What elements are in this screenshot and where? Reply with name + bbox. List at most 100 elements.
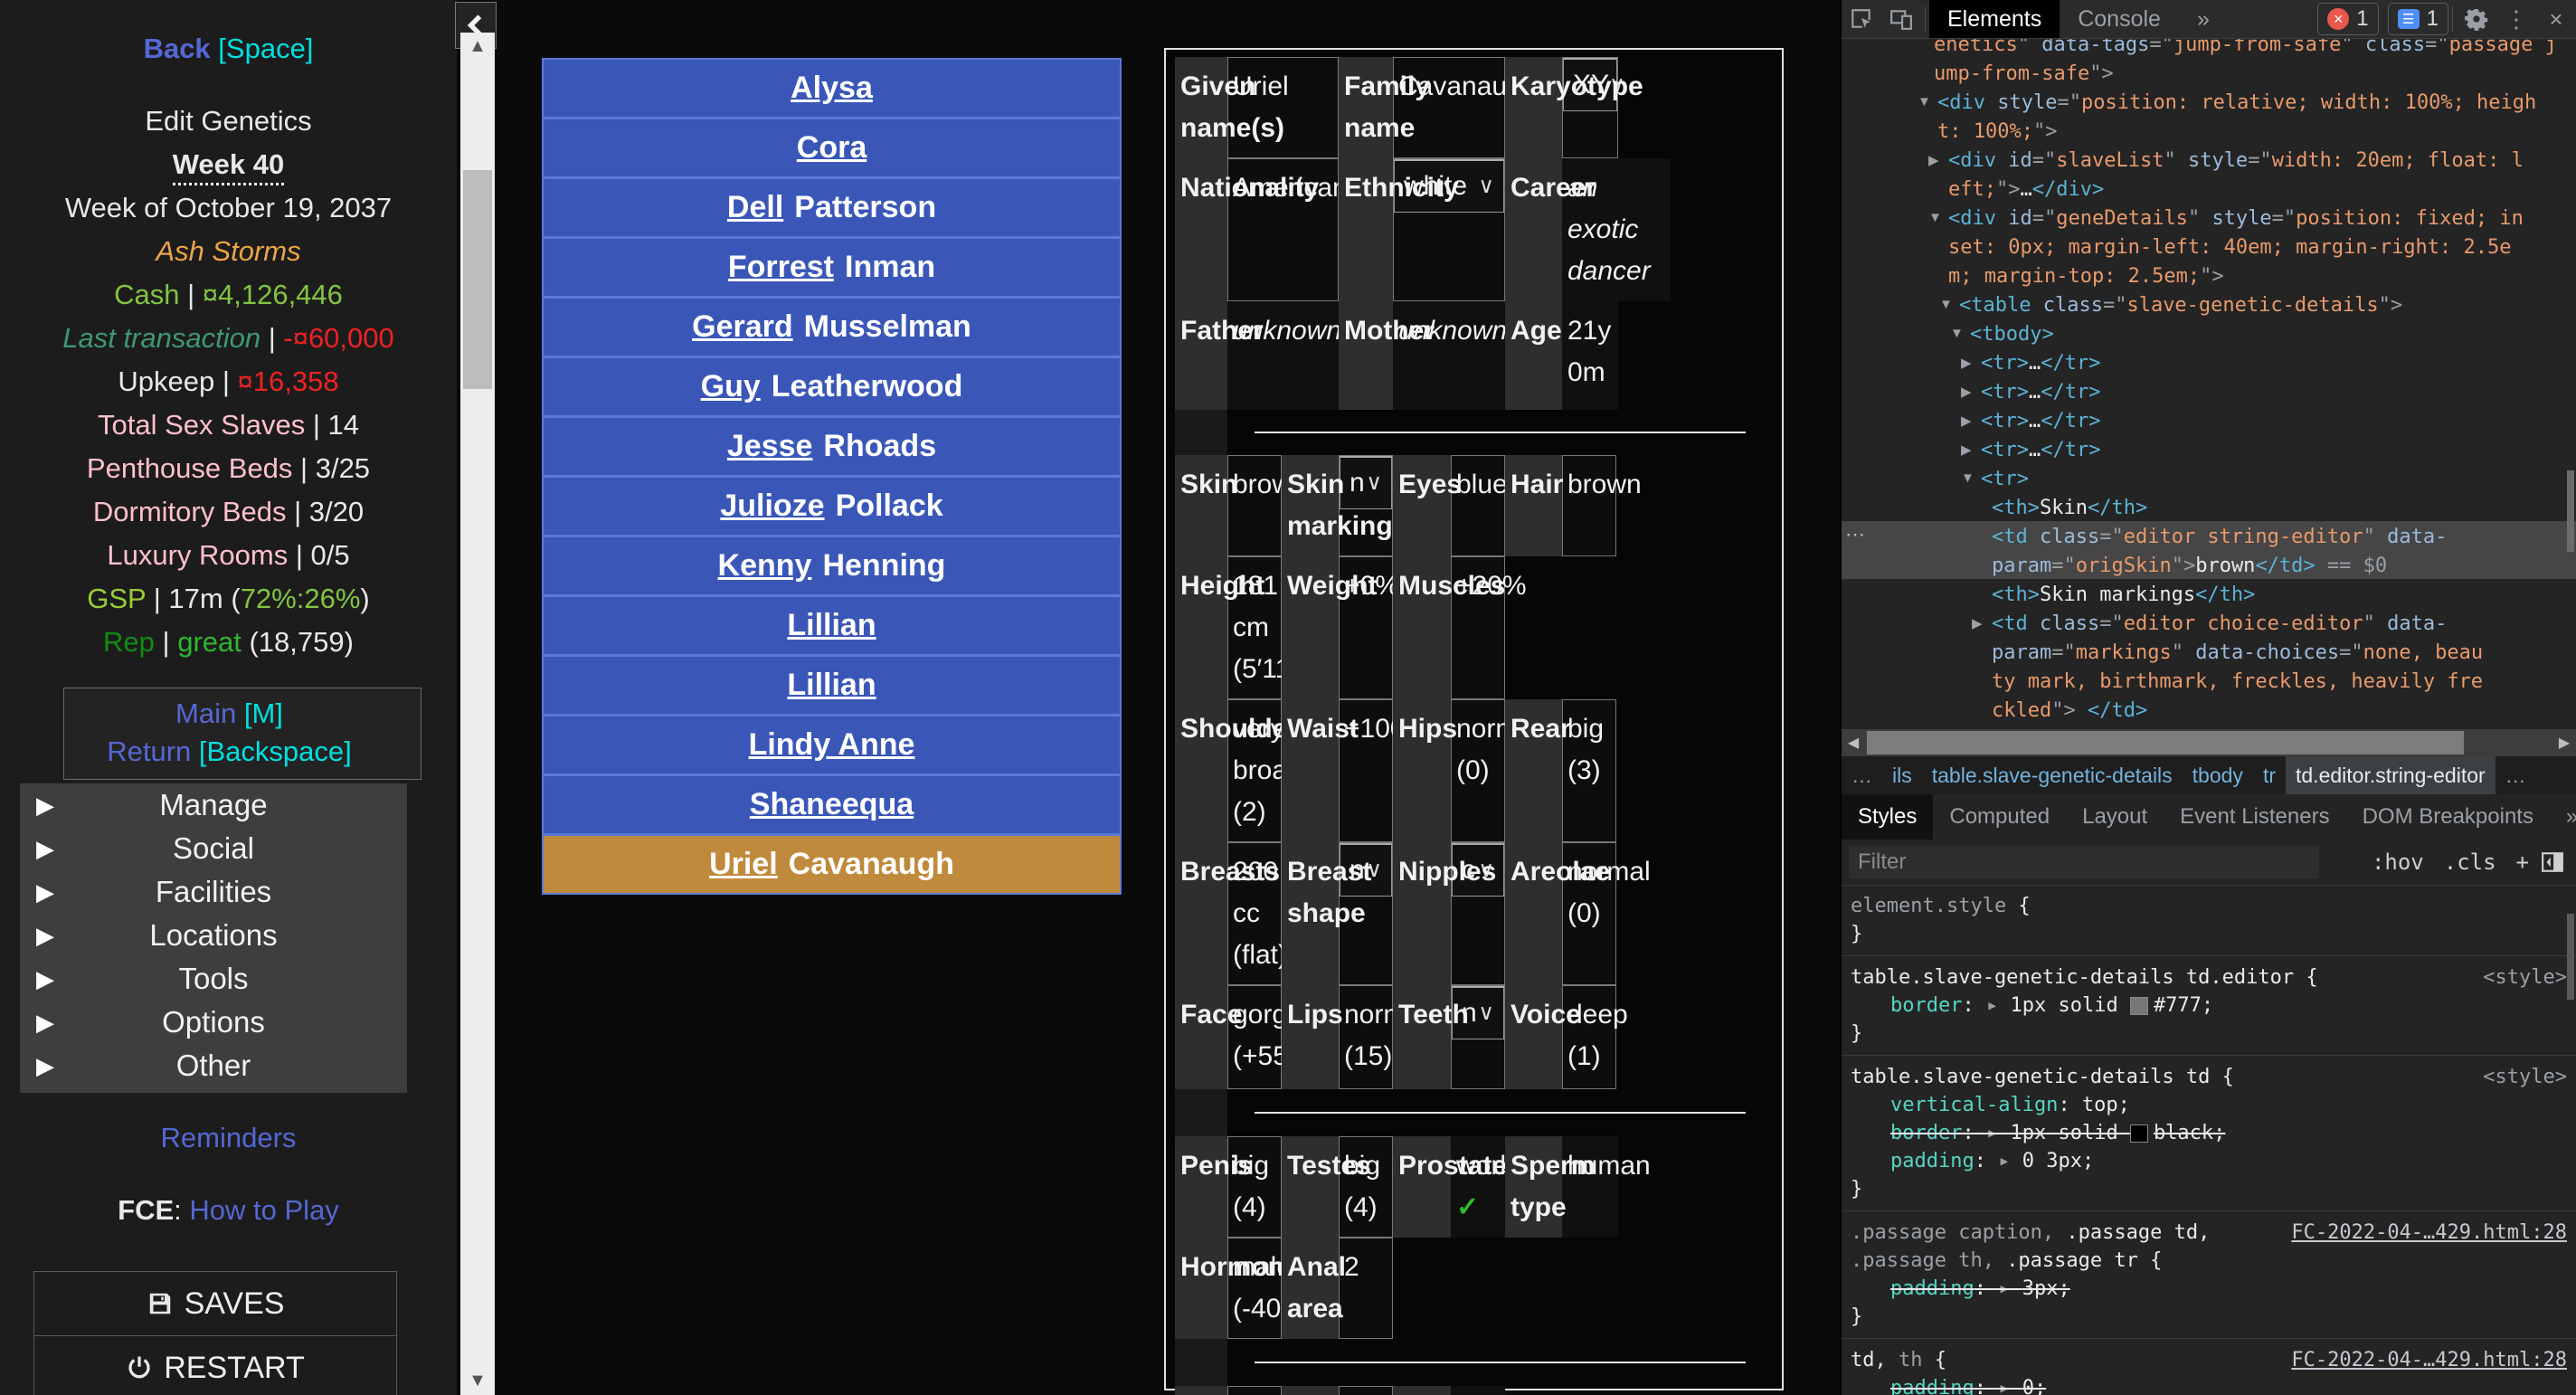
- settings-gear-icon[interactable]: [2457, 1, 2496, 37]
- expand-arrow-icon[interactable]: ▶: [1961, 384, 1972, 400]
- slave-list-item[interactable]: Alysa: [544, 60, 1120, 117]
- collapse-arrow-icon[interactable]: ▼: [1928, 210, 1942, 225]
- genetic-editor-cell[interactable]: brown: [1562, 455, 1616, 556]
- dom-tree-node[interactable]: <td class="editor string-editor" data-: [1992, 523, 2447, 552]
- scrollbar-thumb[interactable]: [463, 170, 492, 389]
- tab-event-listeners[interactable]: Event Listeners: [2164, 794, 2345, 840]
- slave-list-item[interactable]: GerardMusselman: [544, 299, 1120, 356]
- sidebar-item-options[interactable]: ▶Options: [20, 1001, 407, 1044]
- tab-dom-breakpoints[interactable]: DOM Breakpoints: [2346, 794, 2550, 840]
- breadcrumb-item[interactable]: …: [1842, 756, 1882, 794]
- dom-tree-node[interactable]: <tr>: [1981, 465, 2029, 494]
- scroll-up-icon[interactable]: ▲: [460, 36, 495, 57]
- breadcrumb-item[interactable]: …: [2496, 756, 2536, 794]
- dom-tree-node[interactable]: <tr>…</tr>: [1981, 378, 2100, 407]
- slave-list-item[interactable]: JuliozePollack: [544, 478, 1120, 535]
- genetic-editor-cell[interactable]: normal (0): [1451, 699, 1505, 842]
- tab-layout[interactable]: Layout: [2066, 794, 2164, 840]
- console-error-badge[interactable]: × 1: [2317, 3, 2378, 35]
- expand-arrow-icon[interactable]: ▶: [1961, 355, 1972, 371]
- expand-arrow-icon[interactable]: ▶: [1961, 441, 1972, 458]
- breadcrumb-item[interactable]: tr: [2253, 756, 2286, 794]
- slave-list-item[interactable]: JesseRhoads: [544, 418, 1120, 475]
- scroll-left-icon[interactable]: ◀: [1842, 729, 1865, 756]
- dom-tree-node[interactable]: ump-from-safe">: [1934, 60, 2114, 89]
- slave-list-item[interactable]: Lillian: [544, 657, 1120, 714]
- sidebar-item-manage[interactable]: ▶Manage: [20, 783, 407, 827]
- genetic-editor-cell[interactable]: 2: [1339, 1238, 1393, 1339]
- tab-styles[interactable]: Styles: [1842, 794, 1933, 840]
- sidebar-item-social[interactable]: ▶Social: [20, 827, 407, 870]
- slave-list-item[interactable]: Cora: [544, 119, 1120, 176]
- dom-tree-node[interactable]: enetics" data-tags="jump-from-safe" clas…: [1934, 38, 2557, 60]
- more-tabs-button[interactable]: »: [2179, 0, 2228, 38]
- css-property[interactable]: vertical-align: top;: [1851, 1091, 2567, 1119]
- dom-tree-node[interactable]: <div id="geneDetails" style="position: f…: [1948, 204, 2524, 233]
- style-rule[interactable]: table.slave-genetic-details td.editor {<…: [1842, 956, 2576, 1056]
- expand-arrow-icon[interactable]: ▶: [1972, 615, 1983, 631]
- slave-list-item[interactable]: UrielCavanaugh: [544, 836, 1120, 893]
- dom-tree-node[interactable]: t: 100%;">: [1937, 118, 2057, 147]
- style-rule[interactable]: .passage caption, .passage td,.passage t…: [1842, 1211, 2576, 1339]
- tree-scrollbar-thumb[interactable]: [2567, 470, 2574, 552]
- genetic-editor-cell[interactable]: very smart: [1227, 1386, 1282, 1395]
- collapse-arrow-icon[interactable]: ▼: [1961, 470, 1975, 486]
- week-link[interactable]: Week 40: [0, 147, 457, 183]
- slave-list-item[interactable]: Lindy Anne: [544, 716, 1120, 773]
- scroll-down-icon[interactable]: ▼: [460, 1371, 495, 1391]
- slave-list-item[interactable]: Shaneequa: [544, 776, 1120, 833]
- tab-elements[interactable]: Elements: [1929, 0, 2060, 38]
- dom-tree-node[interactable]: ckled"> </td>: [1992, 697, 2147, 726]
- sidebar-item-locations[interactable]: ▶Locations: [20, 914, 407, 957]
- sidebar-item-facilities[interactable]: ▶Facilities: [20, 870, 407, 914]
- sidebar-item-tools[interactable]: ▶Tools: [20, 957, 407, 1001]
- dom-tree-node[interactable]: <th>Skin</th>: [1992, 494, 2147, 523]
- slave-list-item[interactable]: KennyHenning: [544, 537, 1120, 594]
- style-rule[interactable]: element.style {}: [1842, 885, 2576, 956]
- close-devtools-icon[interactable]: ×: [2536, 1, 2576, 37]
- stylesheet-link[interactable]: FC-2022-04-…429.html:28: [2291, 1219, 2567, 1247]
- genetic-editor-cell[interactable]: hates women: [1339, 1386, 1393, 1395]
- dom-tree-node[interactable]: <div style="position: relative; width: 1…: [1937, 89, 2536, 118]
- breadcrumb-item[interactable]: tbody: [2183, 756, 2253, 794]
- slave-list-item[interactable]: DellPatterson: [544, 179, 1120, 236]
- css-property[interactable]: padding: ▸ 0 3px;: [1851, 1147, 2567, 1175]
- styles-filter-input[interactable]: [1849, 846, 2319, 878]
- scroll-right-icon[interactable]: ▶: [2552, 729, 2576, 756]
- expand-arrow-icon[interactable]: ▶: [1928, 152, 1939, 168]
- dom-tree-node[interactable]: eft;">…</div>: [1948, 176, 2104, 204]
- filter-control-cls[interactable]: .cls: [2444, 849, 2496, 875]
- css-property[interactable]: border: ▸ 1px solid black;: [1851, 1119, 2567, 1147]
- h-scrollbar-thumb[interactable]: [1867, 731, 2464, 754]
- dom-tree-node[interactable]: <td class="editor choice-editor" data-: [1992, 610, 2447, 639]
- filter-control-[interactable]: +: [2516, 849, 2529, 875]
- breadcrumb-item[interactable]: ils: [1882, 756, 1922, 794]
- breadcrumb-item[interactable]: td.editor.string-editor: [2286, 756, 2496, 794]
- collapse-arrow-icon[interactable]: ▼: [1950, 326, 1964, 341]
- tab-»[interactable]: »: [2550, 794, 2576, 840]
- inspect-icon[interactable]: [1842, 1, 1881, 37]
- dom-tree-node[interactable]: m; margin-top: 2.5em;">: [1948, 262, 2224, 291]
- dom-tree-node[interactable]: ty mark, birthmark, freckles, heavily fr…: [1992, 668, 2483, 697]
- main-link[interactable]: Main [M]: [1, 696, 458, 732]
- tab-console[interactable]: Console: [2060, 0, 2179, 38]
- dom-tree-node[interactable]: set: 0px; margin-left: 40em; margin-righ…: [1948, 233, 2512, 262]
- device-toolbar-icon[interactable]: [1881, 1, 1921, 37]
- dom-tree-node[interactable]: param="markings" data-choices="none, bea…: [1992, 639, 2483, 668]
- css-property[interactable]: padding: ▸ 0;: [1851, 1374, 2567, 1395]
- genetic-editor-cell[interactable]: normal (15): [1339, 985, 1393, 1089]
- css-property[interactable]: border: ▸ 1px solid #777;: [1851, 992, 2567, 1020]
- stylesheet-link[interactable]: FC-2022-04-…429.html:28: [2291, 1346, 2567, 1374]
- sidebar-item-other[interactable]: ▶Other: [20, 1044, 407, 1087]
- saves-button[interactable]: SAVES: [34, 1272, 396, 1335]
- style-rule[interactable]: table.slave-genetic-details td {<style>v…: [1842, 1056, 2576, 1211]
- dom-tree-node[interactable]: <tr>…</tr>: [1981, 407, 2100, 436]
- dom-tree-node[interactable]: <div id="slaveList" style="width: 20em; …: [1948, 147, 2524, 176]
- horizontal-scrollbar[interactable]: ◀ ▶: [1842, 729, 2576, 756]
- slave-list-item[interactable]: Lillian: [544, 597, 1120, 654]
- dom-tree-node[interactable]: <tbody>: [1970, 320, 2054, 349]
- dom-tree-node[interactable]: <tr>…</tr>: [1981, 349, 2100, 378]
- dock-sidebar-icon[interactable]: [2529, 844, 2576, 880]
- expand-arrow-icon[interactable]: ▶: [1961, 413, 1972, 429]
- return-link[interactable]: Return [Backspace]: [1, 734, 458, 770]
